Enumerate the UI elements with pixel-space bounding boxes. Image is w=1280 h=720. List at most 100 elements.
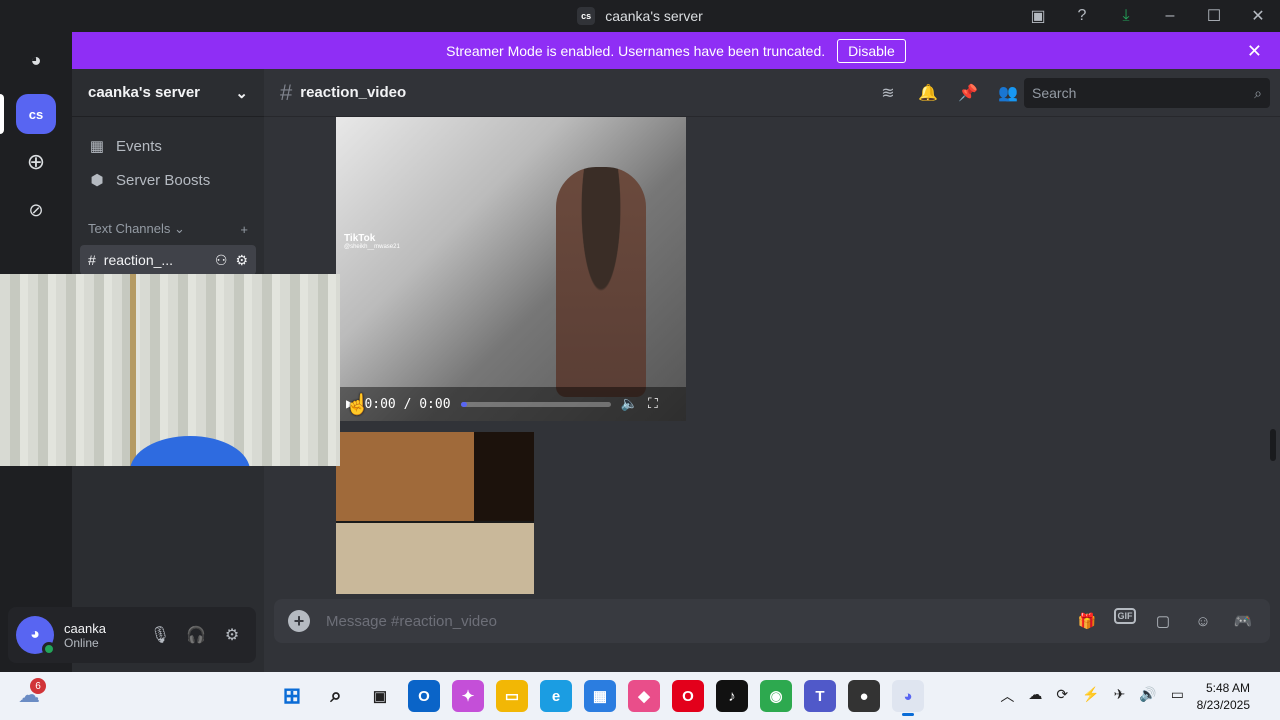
- search-placeholder: Search: [1032, 85, 1077, 101]
- headphones-icon[interactable]: 🎧: [180, 619, 212, 651]
- threads-icon[interactable]: ≋: [876, 81, 900, 105]
- copilot-icon[interactable]: ✦: [452, 680, 484, 712]
- download-icon[interactable]: ⤓: [1104, 0, 1148, 32]
- clock[interactable]: 5:48 AM 8/23/2025: [1197, 680, 1250, 714]
- image-dark-region: [474, 432, 534, 521]
- discord-taskbar-icon[interactable]: ◕: [892, 680, 924, 716]
- tiktok-logo-text: TikTok: [344, 233, 376, 244]
- selected-server-indicator: [0, 94, 4, 134]
- store-icon[interactable]: ▦: [584, 680, 616, 712]
- screen-share-icon[interactable]: ▣: [1016, 0, 1060, 32]
- add-server-icon[interactable]: ⊕: [16, 142, 56, 182]
- server-header[interactable]: caanka's server ⌄: [72, 69, 264, 117]
- message-input[interactable]: Message #reaction_video: [326, 613, 1074, 630]
- pin-icon[interactable]: 📌: [956, 81, 980, 105]
- chrome-icon[interactable]: ◉: [760, 680, 792, 712]
- scrollbar[interactable]: [1270, 429, 1276, 461]
- tiktok-icon[interactable]: ♪: [716, 680, 748, 712]
- video-attachment[interactable]: TikTok @sheikh__mwase21 ▶ 0:00 / 0:00 🔈 …: [336, 117, 686, 421]
- help-icon[interactable]: ?: [1060, 0, 1104, 32]
- discord-home-icon[interactable]: ◕: [16, 40, 56, 80]
- volume-icon[interactable]: 🔊: [1139, 686, 1156, 706]
- sidebar-item-label: Server Boosts: [116, 171, 211, 189]
- gear-icon[interactable]: ⚙: [235, 252, 248, 269]
- explore-icon[interactable]: ⊘: [16, 190, 56, 230]
- banner-text: Streamer Mode is enabled. Usernames have…: [446, 42, 826, 59]
- fullscreen-icon[interactable]: ⛶: [648, 396, 658, 412]
- chevron-down-icon: ⌄: [235, 84, 248, 102]
- server-icon-cs[interactable]: cs: [16, 94, 56, 134]
- user-status: Online: [64, 635, 99, 650]
- notification-badge: 6: [30, 678, 46, 694]
- gif-icon[interactable]: GIF: [1114, 608, 1136, 624]
- windows-start-icon[interactable]: ⊞: [276, 680, 308, 712]
- webcam-blue-object: [130, 436, 250, 466]
- online-status-dot: [42, 642, 56, 656]
- sidebar-item-label: Events: [116, 137, 162, 155]
- video-progress-bar[interactable]: [460, 401, 611, 407]
- sticker-icon[interactable]: ▢: [1150, 608, 1176, 634]
- taskbar: ☁ 6 ⊞ ⌕ ▣ O ✦ ▭ e ▦ ◆ O ♪ ◉ T ● ◕ ︿ ☁ ⟳ …: [0, 672, 1280, 720]
- channel-name: reaction_...: [103, 252, 174, 268]
- sync-icon[interactable]: ⟳: [1056, 686, 1068, 706]
- chevron-up-icon[interactable]: ︿: [1000, 686, 1014, 706]
- volume-icon[interactable]: 🔈: [621, 396, 638, 412]
- photos-icon[interactable]: ◆: [628, 680, 660, 712]
- image-attachment[interactable]: [336, 432, 534, 594]
- emoji-icon[interactable]: ☺: [1190, 608, 1216, 634]
- sidebar-item-server-boosts[interactable]: ⬢ Server Boosts: [72, 163, 264, 197]
- channel-title: reaction_video: [300, 84, 407, 101]
- search-icon: ⌕: [1254, 84, 1262, 101]
- edge-icon[interactable]: e: [540, 680, 572, 712]
- onedrive-icon[interactable]: ☁: [1028, 686, 1042, 706]
- disable-button[interactable]: Disable: [837, 38, 906, 63]
- add-channel-icon[interactable]: +: [240, 222, 248, 237]
- outlook-icon[interactable]: O: [408, 680, 440, 712]
- minimize-icon[interactable]: –: [1148, 0, 1192, 32]
- category-text-channels[interactable]: Text Channels ⌄ +: [72, 215, 264, 243]
- tiktok-username: @sheikh__mwase21: [344, 244, 400, 250]
- chat-area: # reaction_video ≋ 🔔 📌 👥 Search ⌕ TikTok…: [264, 69, 1280, 672]
- opera-icon[interactable]: O: [672, 680, 704, 712]
- video-controls: ▶ 0:00 / 0:00 🔈 ⛶: [336, 387, 686, 421]
- gift-icon[interactable]: 🎁: [1074, 608, 1100, 634]
- close-banner-icon[interactable]: ✕: [1247, 41, 1262, 62]
- close-window-icon[interactable]: ✕: [1236, 0, 1280, 32]
- invite-icon[interactable]: ⚇: [215, 252, 228, 269]
- avatar[interactable]: ◕: [16, 616, 56, 656]
- window-title: caanka's server: [605, 8, 703, 24]
- clock-time: 5:48 AM: [1205, 681, 1250, 695]
- teams-icon[interactable]: T: [804, 680, 836, 712]
- title-bar: cs caanka's server ▣ ? ⤓ – ☐ ✕: [0, 0, 1280, 32]
- file-explorer-icon[interactable]: ▭: [496, 680, 528, 712]
- maximize-icon[interactable]: ☐: [1192, 0, 1236, 32]
- clock-date: 8/23/2025: [1196, 698, 1250, 712]
- server-name: caanka's server: [88, 84, 200, 101]
- network-icon[interactable]: ⚡: [1082, 686, 1099, 706]
- airplane-icon[interactable]: ✈: [1114, 686, 1126, 706]
- member-list-icon[interactable]: 👥: [996, 81, 1020, 105]
- channel-item-reaction-video[interactable]: # reaction_... ⚇ ⚙: [80, 245, 256, 275]
- message-composer[interactable]: + Message #reaction_video 🎁 GIF ▢ ☺ 🎮: [274, 599, 1270, 643]
- category-label: Text Channels: [88, 221, 171, 236]
- streamer-mode-banner: Streamer Mode is enabled. Usernames have…: [72, 32, 1280, 69]
- tiktok-watermark: TikTok @sheikh__mwase21: [344, 233, 400, 250]
- taskbar-search-icon[interactable]: ⌕: [320, 680, 352, 712]
- gear-icon[interactable]: ⚙: [216, 619, 248, 651]
- boost-icon: ⬢: [90, 172, 104, 189]
- obs-icon[interactable]: ●: [848, 680, 880, 712]
- image-split-line: [336, 521, 534, 523]
- search-input[interactable]: Search ⌕: [1024, 78, 1270, 108]
- activities-icon[interactable]: 🎮: [1230, 608, 1256, 634]
- video-progress-fill: [460, 401, 467, 407]
- attach-plus-icon[interactable]: +: [288, 610, 310, 632]
- server-mini-icon: cs: [577, 7, 596, 25]
- microphone-icon[interactable]: 🎙: [144, 619, 176, 651]
- username: caanka: [64, 620, 106, 636]
- task-view-icon[interactable]: ▣: [364, 680, 396, 712]
- bell-icon[interactable]: 🔔: [916, 81, 940, 105]
- sidebar-item-events[interactable]: ▦ Events: [72, 129, 264, 163]
- battery-icon[interactable]: ▭: [1171, 686, 1184, 706]
- calendar-icon: ▦: [89, 138, 105, 155]
- user-panel: ◕ caanka Online 🎙 🎧 ⚙: [8, 607, 256, 663]
